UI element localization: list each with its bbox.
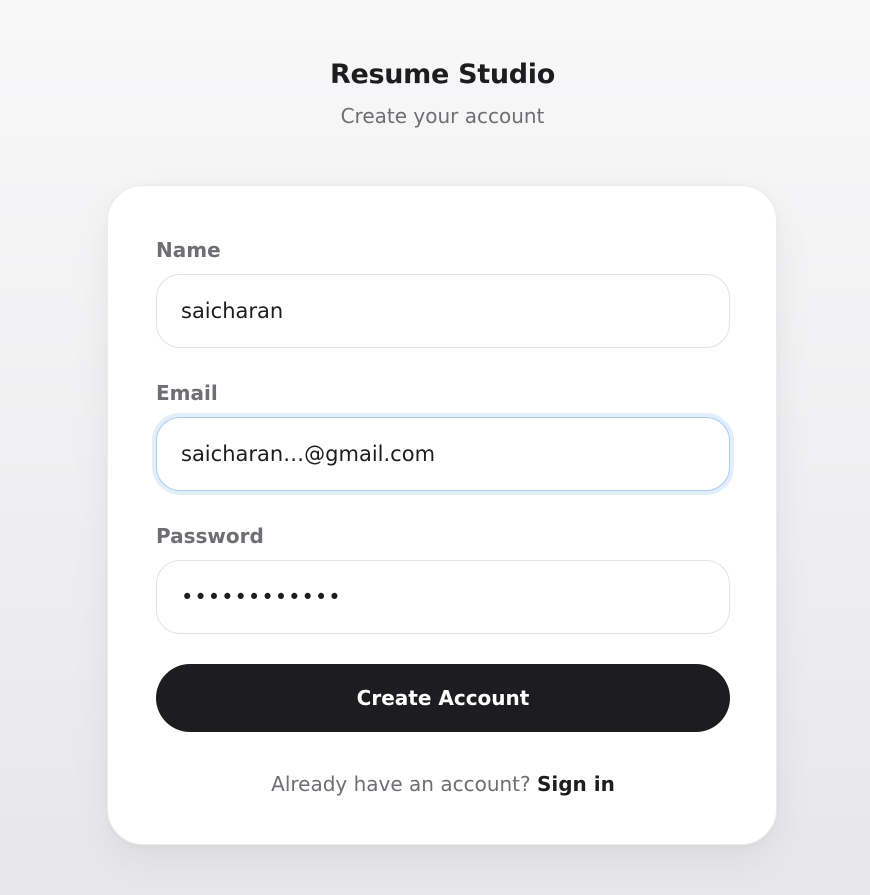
password-label: Password — [156, 524, 264, 548]
page-header: Resume Studio Create your account — [0, 56, 870, 130]
signin-link[interactable]: Sign in — [537, 772, 615, 796]
name-input[interactable] — [156, 274, 730, 348]
app-title: Resume Studio — [329, 59, 556, 90]
name-label: Name — [156, 238, 221, 262]
signup-card: Name Email Password Create Account Alrea… — [107, 185, 777, 845]
signin-prompt: Already have an account? Sign in — [108, 770, 778, 798]
email-input[interactable] — [156, 417, 730, 491]
email-label: Email — [156, 381, 218, 405]
page-subtitle: Create your account — [340, 104, 545, 128]
signin-prompt-text: Already have an account? — [271, 772, 531, 796]
password-input[interactable] — [156, 560, 730, 634]
create-account-button[interactable]: Create Account — [156, 664, 730, 732]
